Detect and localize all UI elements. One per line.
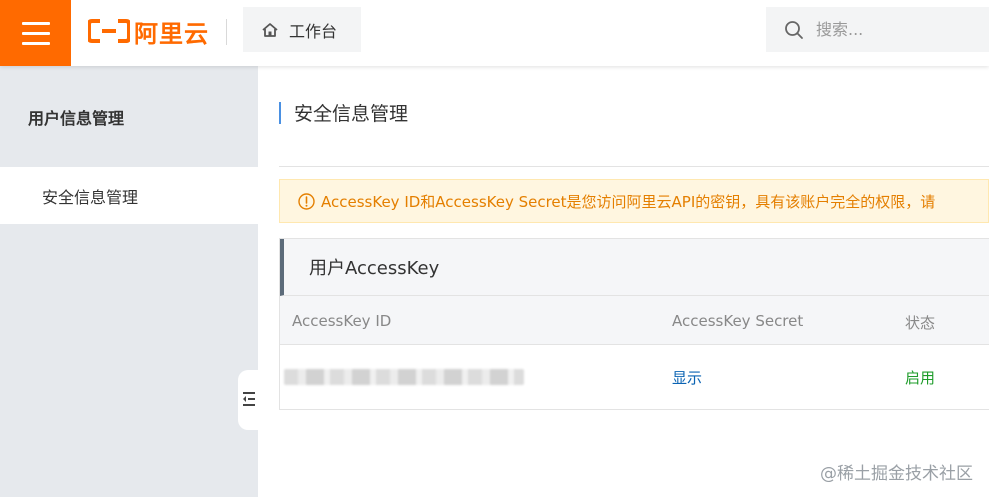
home-icon: [262, 22, 278, 37]
sidebar-title: 用户信息管理: [28, 108, 125, 128]
workbench-label: 工作台: [289, 21, 338, 41]
page-title: 安全信息管理: [294, 103, 409, 125]
column-header-status: 状态: [905, 314, 936, 332]
notice-banner: AccessKey ID和AccessKey Secret是您访问阿里云API的…: [279, 179, 989, 223]
workbench-button[interactable]: 工作台: [243, 7, 361, 52]
menu-line: [21, 21, 50, 25]
header-divider-line: [279, 166, 989, 167]
show-secret-link[interactable]: 显示: [672, 367, 702, 388]
collapse-sidebar-icon[interactable]: [240, 390, 258, 408]
aliyun-logo[interactable]: 阿里云: [88, 16, 209, 48]
table-row: 显示 启用: [280, 345, 989, 408]
accesskey-table: AccessKey ID AccessKey Secret 状态 显示 启用: [280, 296, 989, 408]
status-badge: 启用: [905, 369, 936, 387]
header-row: AccessKey ID AccessKey Secret 状态: [280, 296, 989, 344]
logo-text: 阿里云: [134, 19, 209, 48]
watermark: @稀土掘金技术社区: [820, 464, 973, 484]
sidebar: 用户信息管理 安全信息管理: [0, 66, 258, 497]
title-accent-bar: [279, 101, 281, 124]
aliyun-logo-icon: [88, 19, 130, 43]
column-header-accesskey-id: AccessKey ID: [292, 312, 392, 330]
menu-line: [21, 41, 50, 45]
search-box[interactable]: [766, 7, 989, 52]
header-divider: [226, 19, 227, 45]
page-header: 安全信息管理: [279, 99, 408, 126]
notice-text: AccessKey ID和AccessKey Secret是您访问阿里云API的…: [321, 192, 936, 211]
row-cells: 显示 启用: [280, 345, 989, 408]
top-bar: 阿里云 工作台: [0, 0, 989, 66]
hamburger-menu-icon[interactable]: [0, 0, 71, 66]
main-content: 安全信息管理 AccessKey ID和AccessKey Secret是您访问…: [258, 66, 989, 497]
menu-line: [21, 31, 50, 35]
table-header: AccessKey ID AccessKey Secret 状态: [280, 296, 989, 345]
accesskey-panel: 用户AccessKey AccessKey ID AccessKey Secre…: [279, 238, 989, 410]
panel-title: 用户AccessKey: [280, 239, 989, 296]
sidebar-item-security-info[interactable]: 安全信息管理: [0, 167, 258, 224]
search-input[interactable]: [816, 20, 976, 39]
masked-accesskey-id: [284, 369, 524, 385]
warning-circle-icon: [298, 192, 315, 210]
search-icon: [785, 20, 803, 39]
column-header-accesskey-secret: AccessKey Secret: [672, 312, 804, 330]
